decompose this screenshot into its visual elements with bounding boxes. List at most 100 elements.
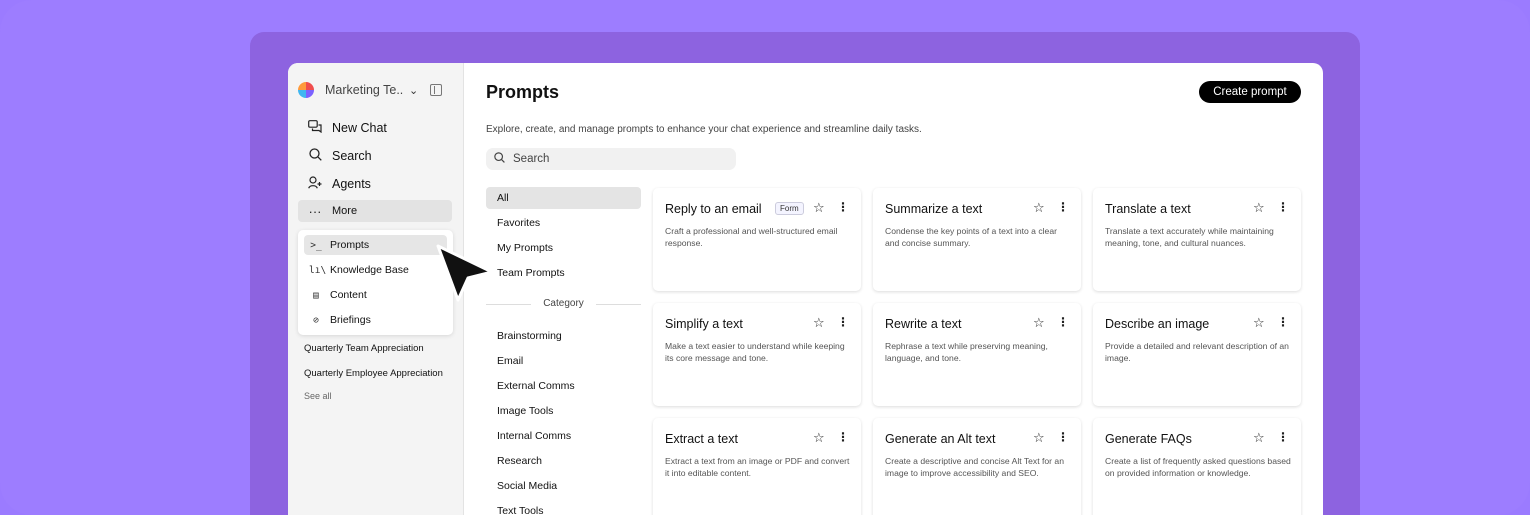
card-description: Translate a text accurately while mainta… <box>1105 226 1274 249</box>
form-badge: Form <box>775 202 804 215</box>
card-title: Summarize a text <box>885 202 983 216</box>
card-description: Condense the key points of a text into a… <box>885 226 1057 249</box>
kebab-menu-icon[interactable]: ⋮ <box>837 315 849 329</box>
kebab-menu-icon[interactable]: ⋮ <box>837 200 849 214</box>
star-icon[interactable]: ☆ <box>813 430 825 446</box>
submenu-item-knowledge-base[interactable]: lı\ Knowledge Base <box>304 260 447 280</box>
kebab-menu-icon[interactable]: ⋮ <box>1277 315 1289 329</box>
recent-chat-item[interactable]: Quarterly Employee Appreciation <box>304 368 443 379</box>
submenu-label: Content <box>330 289 367 301</box>
see-all-link[interactable]: See all <box>304 391 332 401</box>
workspace-name: Marketing Te... <box>325 83 403 97</box>
nav-label: New Chat <box>332 121 387 135</box>
kebab-menu-icon[interactable]: ⋮ <box>1057 315 1069 329</box>
recent-chat-item[interactable]: Quarterly Team Appreciation <box>304 343 424 354</box>
more-icon: ··· <box>308 203 322 219</box>
star-icon[interactable]: ☆ <box>1033 315 1045 331</box>
kebab-menu-icon[interactable]: ⋮ <box>1277 200 1289 214</box>
submenu-label: Knowledge Base <box>330 264 409 276</box>
submenu-label: Prompts <box>330 239 370 251</box>
category-divider: Category <box>486 298 641 310</box>
divider-line <box>596 304 641 305</box>
prompt-card[interactable]: Reply to an email Form ☆ ⋮ Craft a profe… <box>653 188 861 291</box>
prompt-card[interactable]: Rewrite a text ☆ ⋮ Rephrase a text while… <box>873 303 1081 406</box>
content-icon: ▤ <box>313 289 319 301</box>
prompt-card[interactable]: Simplify a text ☆ ⋮ Make a text easier t… <box>653 303 861 406</box>
card-description: Make a text easier to understand while k… <box>665 341 845 364</box>
star-icon[interactable]: ☆ <box>813 315 825 331</box>
search-icon <box>494 152 505 166</box>
nav-label: Search <box>332 149 372 163</box>
category-item[interactable]: Image Tools <box>497 405 553 417</box>
category-item[interactable]: Internal Comms <box>497 430 571 442</box>
card-title: Reply to an email <box>665 202 762 216</box>
star-icon[interactable]: ☆ <box>1253 200 1265 216</box>
collapse-sidebar-icon[interactable] <box>430 84 443 96</box>
submenu-item-content[interactable]: ▤ Content <box>304 285 447 305</box>
card-description: Craft a professional and well-structured… <box>665 226 838 249</box>
chevron-down-icon[interactable]: ⌄ <box>409 84 418 97</box>
filter-my-prompts[interactable]: My Prompts <box>486 237 641 259</box>
card-title: Generate an Alt text <box>885 432 996 446</box>
star-icon[interactable]: ☆ <box>813 200 825 216</box>
workspace-switcher[interactable]: Marketing Te... ⌄ <box>297 80 455 100</box>
nav-label: Agents <box>332 177 371 191</box>
card-title: Simplify a text <box>665 317 743 331</box>
card-title: Generate FAQs <box>1105 432 1192 446</box>
card-title: Rewrite a text <box>885 317 962 331</box>
category-item[interactable]: Brainstorming <box>497 330 562 342</box>
star-icon[interactable]: ☆ <box>1253 315 1265 331</box>
submenu-item-briefings[interactable]: ⊘ Briefings <box>304 310 447 330</box>
nav-more[interactable]: ··· More <box>298 200 452 222</box>
star-icon[interactable]: ☆ <box>1253 430 1265 446</box>
workspace-logo-icon <box>298 82 314 98</box>
card-description: Create a descriptive and concise Alt Tex… <box>885 456 1064 479</box>
more-submenu: >_ Prompts lı\ Knowledge Base ▤ Content … <box>298 230 453 335</box>
search-icon <box>306 148 324 164</box>
card-title: Extract a text <box>665 432 738 446</box>
search-field[interactable] <box>486 148 736 170</box>
kebab-menu-icon[interactable]: ⋮ <box>1057 200 1069 214</box>
filter-team-prompts[interactable]: Team Prompts <box>486 262 641 284</box>
card-description: Extract a text from an image or PDF and … <box>665 456 850 479</box>
filter-favorites[interactable]: Favorites <box>486 212 641 234</box>
category-item[interactable]: Social Media <box>497 480 557 492</box>
submenu-label: Briefings <box>330 314 371 326</box>
filter-all[interactable]: All <box>486 187 641 209</box>
prompt-card[interactable]: Extract a text ☆ ⋮ Extract a text from a… <box>653 418 861 515</box>
nav-search[interactable]: Search <box>298 145 452 167</box>
card-title: Translate a text <box>1105 202 1191 216</box>
new-chat-icon <box>306 120 324 136</box>
prompt-card[interactable]: Generate FAQs ☆ ⋮ Create a list of frequ… <box>1093 418 1301 515</box>
prompt-card[interactable]: Describe an image ☆ ⋮ Provide a detailed… <box>1093 303 1301 406</box>
category-item[interactable]: Research <box>497 455 542 467</box>
category-item[interactable]: Text Tools <box>497 505 544 515</box>
create-prompt-button[interactable]: Create prompt <box>1199 81 1301 103</box>
agents-icon <box>306 176 324 192</box>
category-item[interactable]: External Comms <box>497 380 575 392</box>
nav-new-chat[interactable]: New Chat <box>298 117 452 139</box>
card-description: Create a list of frequently asked questi… <box>1105 456 1291 479</box>
card-description: Provide a detailed and relevant descript… <box>1105 341 1289 364</box>
nav-agents[interactable]: Agents <box>298 173 452 195</box>
briefings-icon: ⊘ <box>313 314 319 326</box>
mouse-cursor-icon <box>436 244 494 302</box>
category-item[interactable]: Email <box>497 355 523 367</box>
star-icon[interactable]: ☆ <box>1033 430 1045 446</box>
page-title: Prompts <box>486 82 560 102</box>
prompt-card[interactable]: Summarize a text ☆ ⋮ Condense the key po… <box>873 188 1081 291</box>
card-description: Rephrase a text while preserving meaning… <box>885 341 1048 364</box>
kebab-menu-icon[interactable]: ⋮ <box>1057 430 1069 444</box>
star-icon[interactable]: ☆ <box>1033 200 1045 216</box>
nav-label: More <box>332 205 358 217</box>
page-subtitle: Explore, create, and manage prompts to e… <box>486 124 922 135</box>
search-input[interactable] <box>513 153 713 165</box>
kebab-menu-icon[interactable]: ⋮ <box>837 430 849 444</box>
prompt-card[interactable]: Generate an Alt text ☆ ⋮ Create a descri… <box>873 418 1081 515</box>
card-title: Describe an image <box>1105 317 1210 331</box>
submenu-item-prompts[interactable]: >_ Prompts <box>304 235 447 255</box>
prompts-icon: >_ <box>310 239 322 251</box>
kebab-menu-icon[interactable]: ⋮ <box>1277 430 1289 444</box>
prompt-card[interactable]: Translate a text ☆ ⋮ Translate a text ac… <box>1093 188 1301 291</box>
knowledge-base-icon: lı\ <box>309 264 327 276</box>
